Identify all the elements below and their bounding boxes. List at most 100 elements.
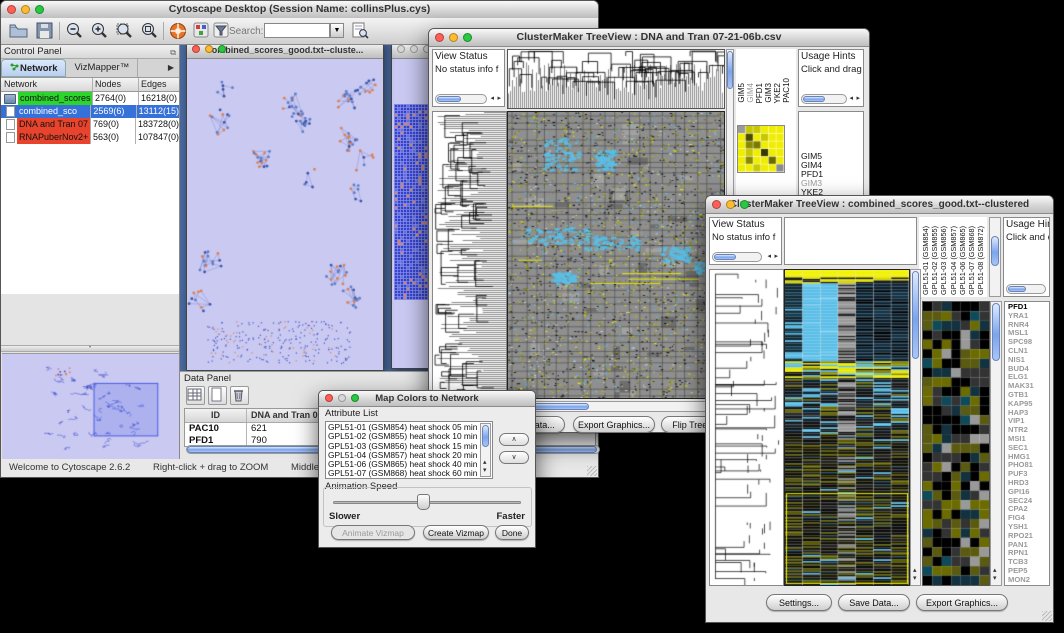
close-icon[interactable]	[712, 200, 721, 209]
zoom-selected-icon[interactable]	[115, 22, 134, 45]
scroll-down-icon[interactable]: ▾	[993, 574, 997, 583]
zoom-out-icon[interactable]	[65, 22, 84, 45]
move-up-button[interactable]: ∧	[499, 433, 529, 446]
save-icon[interactable]	[36, 22, 54, 44]
table-row[interactable]: combined_sco 2569(6) 13112(15)	[1, 105, 179, 118]
settings-button[interactable]: Settings...	[766, 594, 832, 611]
scroll-left-icon[interactable]: ◂	[849, 94, 853, 103]
search-dropdown-icon[interactable]: ▼	[330, 23, 344, 38]
open-icon[interactable]	[9, 22, 28, 44]
zoom-window-icon[interactable]	[218, 45, 226, 53]
annotation-icon[interactable]	[213, 22, 230, 44]
table-row[interactable]: combined_scores 2764(0) 16218(0)	[1, 92, 179, 105]
scrollbar-thumb[interactable]	[803, 96, 825, 102]
scroll-down-icon[interactable]: ▾	[913, 574, 917, 583]
scroll-right-icon[interactable]: ▸	[856, 94, 860, 103]
done-button[interactable]: Done	[495, 525, 529, 540]
zoom-window-icon[interactable]	[463, 33, 472, 42]
export-graphics-button[interactable]: Export Graphics...	[916, 594, 1008, 611]
create-vizmap-button[interactable]: Create Vizmap	[423, 525, 489, 540]
help-ring-icon[interactable]	[169, 22, 188, 45]
minimize-icon[interactable]	[205, 45, 213, 53]
hscrollbar[interactable]	[712, 252, 762, 262]
minimize-icon[interactable]	[338, 394, 346, 402]
gene-label[interactable]: MON2	[1008, 576, 1049, 585]
scrollbar-thumb[interactable]	[1008, 286, 1026, 292]
labels-vscrollbar[interactable]	[989, 217, 1001, 297]
close-icon[interactable]	[192, 45, 200, 53]
table-icon[interactable]	[186, 386, 205, 405]
heatmap-hscrollbar[interactable]: ◂ ▸	[507, 401, 725, 412]
tab-network[interactable]: Network	[1, 59, 66, 77]
zoom-fit-icon[interactable]	[140, 22, 159, 45]
close-icon[interactable]	[325, 394, 333, 402]
tab-overflow-icon[interactable]: ▶	[163, 59, 179, 77]
minimize-icon[interactable]	[21, 5, 30, 14]
scrollbar-thumb[interactable]	[714, 254, 736, 260]
scrollbar-thumb[interactable]	[992, 303, 1000, 361]
vscrollbar[interactable]: ▴ ▾	[480, 423, 491, 477]
export-graphics-button[interactable]: Export Graphics...	[573, 416, 655, 433]
network-canvas[interactable]	[187, 59, 381, 369]
row-dendrogram[interactable]	[432, 111, 507, 399]
col-id[interactable]: ID	[185, 409, 247, 422]
minimize-icon[interactable]	[410, 45, 418, 53]
table-row[interactable]: DNA and Tran 07 769(0) 183728(0)	[1, 118, 179, 131]
network-overview-birdseye[interactable]	[2, 353, 179, 459]
scrollbar-thumb[interactable]	[727, 51, 733, 89]
genelist-vscrollbar[interactable]: ▴ ▾	[990, 301, 1002, 586]
network-view-window[interactable]: combined_scores_good.txt--cluste...	[186, 45, 384, 371]
search-input[interactable]	[264, 23, 330, 38]
main-heatmap[interactable]	[507, 111, 725, 399]
minimize-icon[interactable]	[449, 33, 458, 42]
hscrollbar[interactable]	[801, 94, 847, 104]
window-title: Cytoscape Desktop (Session Name: collins…	[169, 3, 430, 15]
scrollbar-thumb[interactable]	[482, 425, 489, 447]
zoom-heatmap-matrix[interactable]	[737, 125, 785, 173]
scroll-left-icon[interactable]: ◂	[490, 94, 494, 103]
resize-grip[interactable]	[1042, 611, 1052, 621]
zoom-window-icon[interactable]	[740, 200, 749, 209]
scrollbar-thumb[interactable]	[912, 271, 919, 359]
column-dendrogram[interactable]	[507, 49, 725, 109]
scroll-right-icon[interactable]: ▸	[774, 252, 778, 261]
main-heatmap[interactable]	[784, 269, 910, 586]
close-icon[interactable]	[435, 33, 444, 42]
trash-icon[interactable]	[230, 386, 249, 405]
table-row[interactable]: RNAPuberNov2+ 563(0) 107847(0)	[1, 131, 179, 144]
attribute-browser-icon[interactable]	[351, 22, 369, 44]
zoom-heatmap[interactable]	[922, 301, 990, 586]
scrollbar-thumb[interactable]	[991, 236, 999, 266]
tab-vizmapper[interactable]: VizMapper™	[66, 59, 138, 77]
close-icon[interactable]	[7, 5, 16, 14]
close-icon[interactable]	[397, 45, 405, 53]
new-document-icon[interactable]	[208, 386, 227, 405]
window-controls[interactable]	[7, 5, 44, 14]
zoom-window-icon[interactable]	[351, 394, 359, 402]
hscrollbar[interactable]	[1006, 284, 1046, 294]
minimize-icon[interactable]	[726, 200, 735, 209]
main-titlebar[interactable]: Cytoscape Desktop (Session Name: collins…	[1, 1, 598, 19]
resize-grip[interactable]	[587, 466, 597, 476]
zoom-in-icon[interactable]	[90, 22, 109, 45]
col-network[interactable]: Network	[1, 78, 93, 91]
speed-slider-thumb[interactable]	[417, 494, 430, 510]
panel-splitter[interactable]: •	[1, 345, 179, 352]
move-down-button[interactable]: ∨	[499, 451, 529, 464]
heatmap-vscrollbar[interactable]: ▴ ▾	[910, 269, 921, 586]
scrollbar-thumb[interactable]	[437, 96, 461, 102]
col-nodes[interactable]: Nodes	[93, 78, 139, 91]
hscrollbar[interactable]	[435, 94, 487, 104]
scroll-down-icon[interactable]: ▾	[483, 466, 487, 475]
float-panel-icon[interactable]: ⧉	[170, 46, 176, 59]
attribute-list[interactable]: GPL51-01 (GSM854) heat shock 05 minGPL51…	[325, 421, 493, 479]
zoom-window-icon[interactable]	[35, 5, 44, 14]
scroll-right-icon[interactable]: ▸	[497, 94, 501, 103]
col-edges[interactable]: Edges	[139, 78, 179, 91]
vizmapper-icon[interactable]	[193, 22, 210, 44]
scroll-left-icon[interactable]: ◂	[767, 252, 771, 261]
attribute-item[interactable]: GPL51-07 (GSM868) heat shock 60 min	[328, 469, 478, 478]
row-dendrogram[interactable]	[709, 269, 784, 586]
save-data-button[interactable]: Save Data...	[838, 594, 910, 611]
animate-vizmap-button[interactable]: Animate Vizmap	[331, 525, 415, 540]
